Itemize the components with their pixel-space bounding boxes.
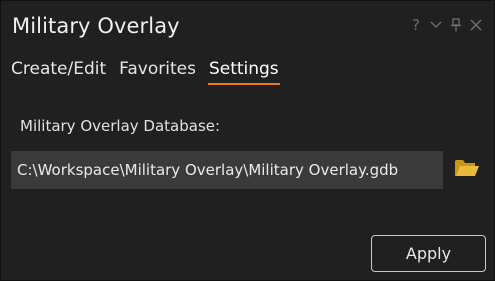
chevron-down-icon: [430, 21, 442, 28]
pin-button[interactable]: [446, 14, 466, 36]
military-overlay-pane: Military Overlay ? Create/Edit Favorites…: [0, 0, 495, 281]
database-label: Military Overlay Database:: [20, 117, 221, 135]
pin-icon: [451, 18, 461, 32]
tab-strip: Create/Edit Favorites Settings: [11, 59, 280, 85]
tab-create-edit[interactable]: Create/Edit: [11, 59, 106, 85]
options-menu-button[interactable]: [426, 14, 446, 36]
tab-settings[interactable]: Settings: [207, 59, 280, 85]
pane-title: Military Overlay: [12, 14, 180, 38]
database-path-field[interactable]: C:\Workspace\Military Overlay\Military O…: [11, 151, 443, 189]
browse-database-button[interactable]: [453, 156, 481, 180]
folder-icon: [455, 160, 479, 176]
close-button[interactable]: [466, 14, 486, 36]
help-icon: ?: [412, 16, 420, 34]
apply-button[interactable]: Apply: [371, 235, 486, 272]
title-controls: ?: [406, 14, 486, 36]
tab-favorites[interactable]: Favorites: [119, 59, 196, 85]
help-button[interactable]: ?: [406, 14, 426, 36]
apply-button-label: Apply: [405, 244, 452, 263]
database-path-value: C:\Workspace\Military Overlay\Military O…: [17, 161, 399, 179]
close-icon: [470, 19, 482, 31]
